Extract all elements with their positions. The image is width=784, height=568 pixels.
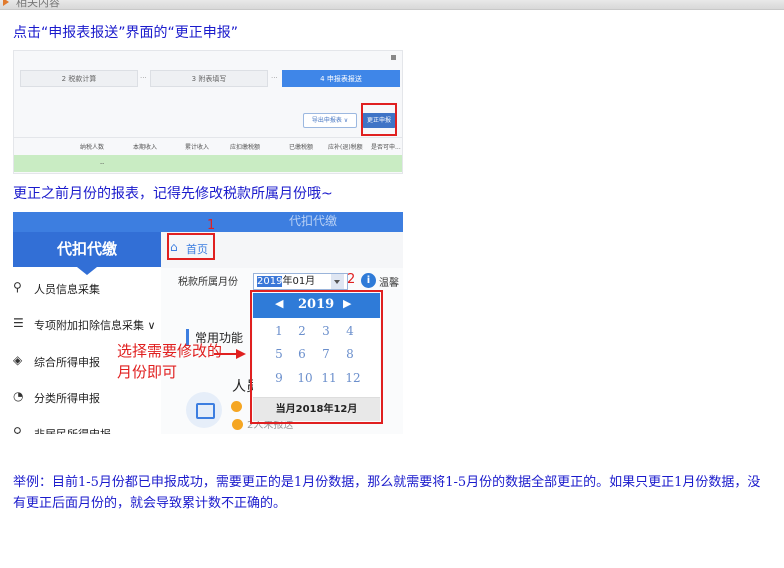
month-cell[interactable]: 8: [340, 347, 360, 361]
close-icon[interactable]: [391, 55, 396, 60]
month-cell[interactable]: 1: [269, 324, 289, 338]
picker-year: 2019: [298, 297, 335, 312]
pin-icon: ⚲: [13, 425, 22, 434]
month-cell[interactable]: 4: [340, 324, 360, 338]
sidebar-item-label: 非居民所得申报: [34, 426, 111, 434]
sidebar-item-label: 分类所得申报: [34, 392, 100, 405]
table-cell: --: [100, 160, 105, 167]
layers-icon: ◈: [13, 353, 23, 367]
topbar-faded-title: 代扣代缴: [289, 214, 338, 228]
annotation-arrow: [214, 353, 238, 355]
breadcrumb-home[interactable]: 首页: [186, 241, 208, 257]
step-attachment[interactable]: 3 附表填写: [150, 70, 268, 87]
logo-pointer: [77, 267, 97, 275]
step-bar: 2 税款计算 ··· 3 附表填写 ··· 4 申报表报送: [14, 70, 402, 87]
warning-icon: [231, 401, 242, 412]
month-cell[interactable]: 5: [269, 347, 289, 361]
month-cell[interactable]: 7: [316, 347, 336, 361]
instruction-step2: 更正之前月份的报表，记得先修改税款所属月份哦~: [13, 186, 333, 202]
marker-one: 1: [207, 218, 216, 233]
next-year-icon[interactable]: ▶: [343, 297, 351, 310]
month-cell[interactable]: 11: [319, 371, 339, 385]
info-icon[interactable]: i: [361, 273, 376, 288]
annotation-arrow-head: [236, 349, 246, 359]
export-report-button[interactable]: 导出申报表 ∨: [303, 113, 357, 128]
prev-year-icon[interactable]: ◀: [275, 297, 283, 310]
example-note: 举例：目前1-5月份都已申报成功，需要更正的是1月份数据，那么就需要将1-5月份…: [13, 475, 761, 511]
month-cell[interactable]: 12: [343, 371, 363, 385]
month-cell[interactable]: 9: [269, 371, 289, 385]
month-cell[interactable]: 3: [316, 324, 336, 338]
period-label: 税款所属月份: [178, 277, 238, 288]
list-icon: ☰: [13, 316, 24, 330]
col-header: 是否可申...: [371, 144, 401, 151]
step-separator: ···: [271, 74, 278, 82]
sidebar-item-label: 专项附加扣除信息采集 ∨: [34, 319, 156, 332]
sidebar-item-label: 综合所得申报: [34, 356, 100, 369]
table-header: 纳税人数 本期收入 累计收入 应扣缴税额 已缴税额 应补(退)税额 是否可申..…: [14, 137, 402, 154]
col-header: 累计收入: [185, 144, 210, 151]
warm-tip-text: 温馨: [379, 278, 399, 289]
col-header: 已缴税额: [289, 144, 314, 151]
col-header: 本期收入: [133, 144, 158, 151]
month-picker: ◀ 2019 ▶ 1 2 3 4 5 6 7 8 9 10 11 12 当月20…: [253, 293, 380, 421]
sidebar-item-special-deduction[interactable]: ☰ 专项附加扣除信息采集 ∨: [13, 315, 161, 335]
sidebar-item-label: 人员信息采集: [34, 283, 100, 296]
highlight-box-correct: [361, 103, 397, 136]
month-cell[interactable]: 6: [292, 347, 312, 361]
sidebar-item-classified[interactable]: ◔ 分类所得申报: [13, 388, 161, 408]
month-cell[interactable]: 10: [295, 371, 315, 385]
col-header: 应补(退)税额: [328, 144, 363, 151]
col-header: 应扣缴税额: [230, 144, 261, 151]
tab-arrow-icon: [3, 0, 9, 6]
table-row[interactable]: --: [14, 155, 402, 172]
col-header: 纳税人数: [80, 144, 105, 151]
annotation-select-month: 选择需要修改的月份即可: [117, 342, 223, 381]
step-submit[interactable]: 4 申报表报送: [282, 70, 400, 87]
current-month-button[interactable]: 当月2018年12月: [253, 397, 380, 421]
chevron-down-icon[interactable]: [331, 274, 344, 289]
instruction-step1: 点击“申报表报送”界面的“更正申报”: [13, 25, 239, 41]
screenshot-submit-page: 2 税款计算 ··· 3 附表填写 ··· 4 申报表报送 导出申报表 ∨ 更正…: [13, 50, 403, 174]
period-year-selected: 2019: [257, 276, 283, 287]
marker-two: 2: [347, 272, 356, 287]
month-cell[interactable]: 2: [292, 324, 312, 338]
step-tax-calc[interactable]: 2 税款计算: [20, 70, 138, 87]
sidebar-item-personnel[interactable]: ⚲ 人员信息采集: [13, 279, 161, 299]
id-card-icon[interactable]: [186, 392, 222, 428]
month-picker-header: ◀ 2019 ▶: [253, 293, 380, 318]
app-logo: 代扣代缴: [13, 232, 161, 267]
period-month-text: 年01月: [282, 276, 316, 287]
pie-icon: ◔: [13, 389, 24, 403]
sidebar-item-nonresident[interactable]: ⚲ 非居民所得申报: [13, 424, 161, 434]
window-topbar: 相关内容: [0, 0, 784, 10]
warning-icon: [232, 419, 243, 430]
home-icon[interactable]: ⌂: [170, 240, 178, 254]
person-icon: ⚲: [13, 280, 22, 294]
step-separator: ···: [140, 74, 147, 82]
tab-title[interactable]: 相关内容: [16, 0, 60, 10]
